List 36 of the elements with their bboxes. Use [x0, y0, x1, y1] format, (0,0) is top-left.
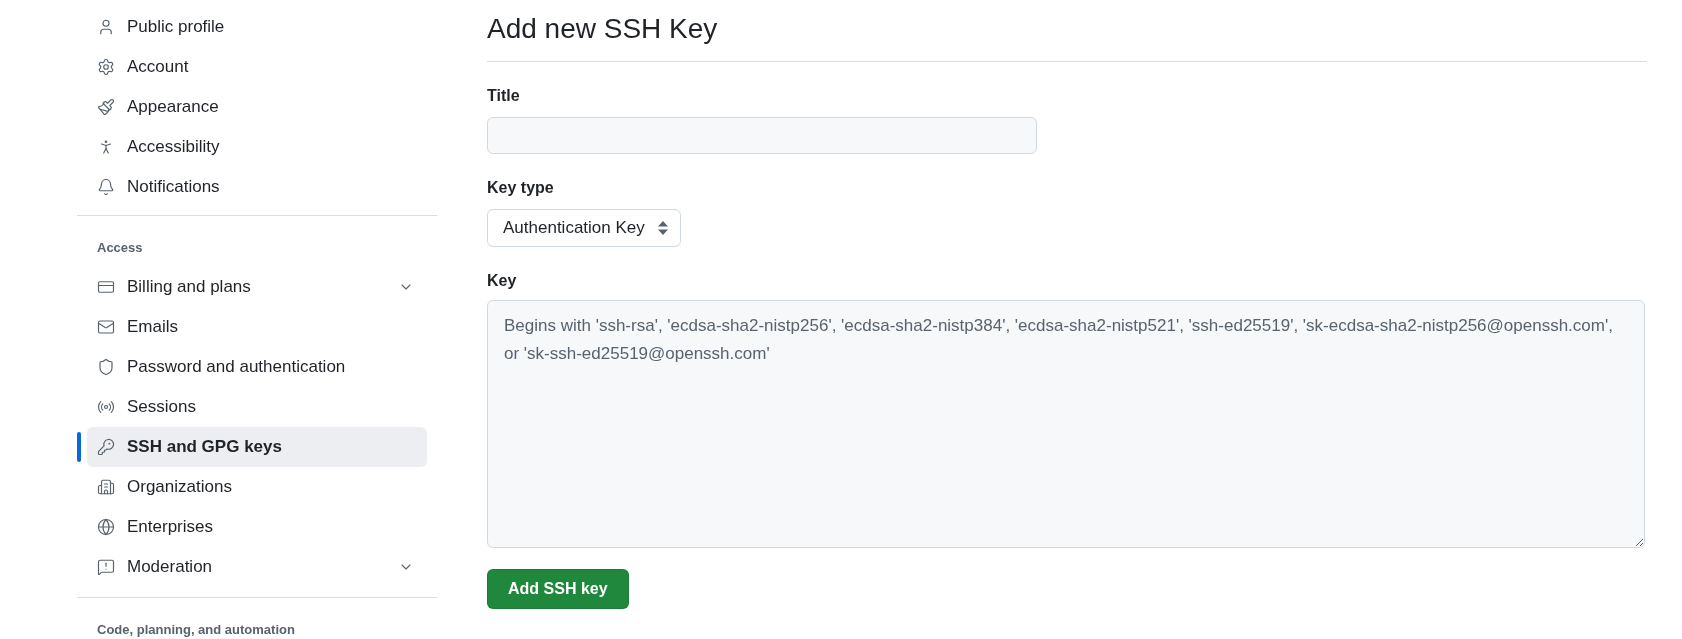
gear-icon	[97, 58, 115, 76]
sidebar-item[interactable]: Notifications	[87, 167, 427, 207]
sidebar-item[interactable]: Appearance	[87, 87, 427, 127]
page-heading: Add new SSH Key	[487, 12, 718, 46]
add-key-button[interactable]: Add SSH key	[487, 569, 629, 609]
envelope-icon	[97, 318, 115, 336]
sidebar-item[interactable]: Password and authentication	[87, 347, 427, 387]
bell-icon	[97, 178, 115, 196]
credit-card-icon	[97, 278, 115, 296]
section-heading: Access	[96, 239, 143, 257]
sidebar-item[interactable]: Accessibility	[87, 127, 427, 167]
field-label: Title	[487, 86, 520, 106]
building-icon	[97, 478, 115, 496]
sidebar-item[interactable]: Organizations	[87, 467, 427, 507]
sidebar-item[interactable]: Emails	[87, 307, 427, 347]
text-input[interactable]	[487, 117, 1037, 154]
key-icon	[97, 438, 115, 456]
sidebar-item[interactable]: Public profile	[87, 7, 427, 47]
sidebar-item[interactable]: Moderation	[87, 547, 427, 587]
sidebar-item[interactable]: Billing and plans	[87, 267, 427, 307]
field-label: Key type	[487, 178, 554, 198]
broadcast-icon	[97, 398, 115, 416]
sidebar-item[interactable]: SSH and GPG keys	[87, 427, 427, 467]
field-label: Key	[487, 271, 517, 291]
paintbrush-icon	[97, 98, 115, 116]
select-dropdown[interactable]: Authentication Key	[487, 209, 681, 247]
sidebar-item[interactable]: Enterprises	[87, 507, 427, 547]
sidebar-item[interactable]: Account	[87, 47, 427, 87]
sidebar-item[interactable]: Sessions	[87, 387, 427, 427]
up-down-caret-icon	[657, 220, 669, 236]
shield-icon	[97, 358, 115, 376]
textarea-field[interactable]: Begins with 'ssh-rsa', 'ecdsa-sha2-nistp256', 'ecdsa-sha2-nistp384', 'ecdsa-sha2-nistp521', 'ssh-ed25519', 'sk-ecdsa-sha2-nistp256@openssh.com', or 'sk-ssh-ed25519@openssh.com'	[487, 300, 1645, 548]
globe-icon	[97, 518, 115, 536]
alert-bubble-icon	[97, 558, 115, 576]
person-icon	[97, 18, 115, 36]
section-heading: Code, planning, and automation	[96, 621, 295, 639]
